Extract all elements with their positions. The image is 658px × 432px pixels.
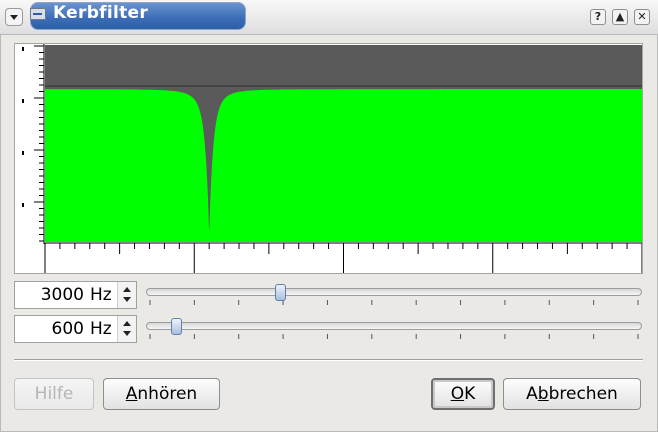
horizontal-ruler <box>44 242 642 273</box>
help-button[interactable]: Hilfe <box>14 378 94 410</box>
cancel-button[interactable]: Abbrechen <box>503 378 641 410</box>
ok-button[interactable]: OK <box>431 378 495 410</box>
bandwidth-spinbox[interactable]: 600 Hz <box>14 315 137 343</box>
frequency-spin-arrows[interactable] <box>117 282 136 308</box>
shade-icon[interactable]: ▲ <box>612 9 628 25</box>
response-plot <box>15 44 642 273</box>
title-bar[interactable]: Kerbfilter ? ▲ ✕ <box>0 0 658 34</box>
frequency-slider[interactable] <box>146 281 642 309</box>
close-icon[interactable]: ✕ <box>634 9 650 25</box>
listen-button[interactable]: Anhören <box>103 378 220 410</box>
ruler-marker <box>22 203 24 207</box>
frequency-value[interactable]: 3000 <box>41 285 84 305</box>
cancel-mnemonic: b <box>537 384 549 404</box>
frequency-spinbox[interactable]: 3000 Hz <box>14 281 137 309</box>
vertical-ruler <box>15 44 45 244</box>
ok-mnemonic: O <box>450 384 465 404</box>
frequency-response-graph <box>14 43 643 274</box>
bandwidth-unit: Hz <box>90 319 112 339</box>
ruler-marker <box>22 47 24 51</box>
app-icon <box>30 8 46 20</box>
arrow-down-icon[interactable] <box>123 331 131 336</box>
window-title: Kerbfilter <box>53 3 149 23</box>
ruler-marker <box>22 99 24 103</box>
arrow-up-icon[interactable] <box>123 321 131 326</box>
ok-label: K <box>464 384 476 404</box>
filter-dialog: Kerbfilter ? ▲ ✕ 3000 Hz 600 Hz Hilfe An… <box>0 0 658 432</box>
frequency-slider-ticks <box>149 300 639 305</box>
ruler-marker <box>22 151 24 155</box>
arrow-up-icon[interactable] <box>123 287 131 292</box>
bandwidth-slider-ticks <box>149 334 639 339</box>
chevron-down-icon <box>10 15 18 20</box>
frequency-slider-handle[interactable] <box>274 284 286 301</box>
frequency-unit: Hz <box>90 285 112 305</box>
arrow-down-icon[interactable] <box>123 297 131 302</box>
response-curve <box>45 89 642 242</box>
listen-label: nhören <box>137 384 198 404</box>
help-icon[interactable]: ? <box>590 9 606 25</box>
cancel-label: brechen <box>548 384 618 404</box>
listen-mnemonic: A <box>125 384 138 404</box>
window-menu-button[interactable] <box>5 8 23 26</box>
separator <box>14 359 643 361</box>
bandwidth-spin-arrows[interactable] <box>117 316 136 342</box>
bandwidth-slider[interactable] <box>146 315 642 343</box>
bandwidth-slider-handle[interactable] <box>170 318 182 335</box>
bandwidth-value[interactable]: 600 <box>52 319 84 339</box>
cancel-label-pre: A <box>526 384 538 404</box>
